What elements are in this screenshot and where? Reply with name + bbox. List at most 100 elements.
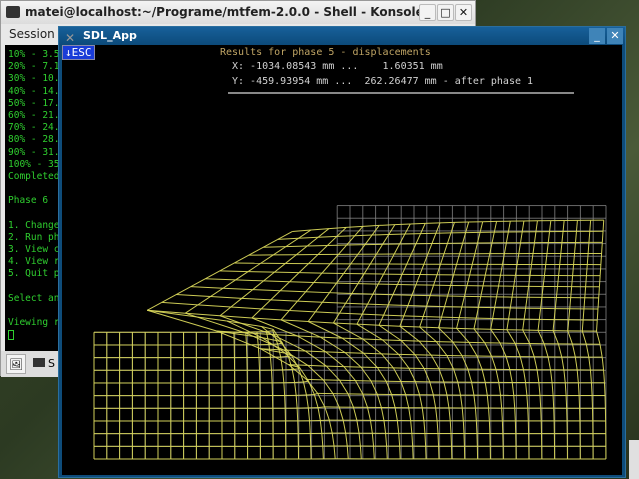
deformed-mesh-edge bbox=[543, 264, 547, 276]
deformed-mesh-edge bbox=[325, 351, 345, 368]
deformed-mesh-edge bbox=[529, 343, 535, 357]
close-button[interactable]: ✕ bbox=[455, 4, 472, 21]
new-tab-icon[interactable]: 🖼 bbox=[6, 354, 26, 374]
deformed-mesh-edge bbox=[305, 394, 309, 409]
deformed-mesh-edge bbox=[362, 338, 382, 355]
esc-button[interactable]: ↓ESC bbox=[62, 45, 95, 60]
deformed-mesh-edge bbox=[549, 220, 552, 232]
deformed-mesh-edge bbox=[574, 231, 577, 243]
deformed-mesh-edge bbox=[503, 242, 507, 254]
deformed-mesh-edge bbox=[407, 295, 413, 306]
deformed-mesh-edge bbox=[407, 305, 427, 307]
deformed-mesh-edge bbox=[419, 326, 439, 329]
deformed-mesh-edge bbox=[546, 242, 549, 254]
deformed-mesh-edge bbox=[462, 420, 465, 434]
deformed-mesh-edge bbox=[248, 246, 264, 256]
deformed-mesh-edge bbox=[391, 394, 396, 408]
sdl-minimize-button[interactable]: _ bbox=[589, 28, 605, 44]
deformed-mesh-edge bbox=[598, 275, 601, 287]
deformed-mesh-edge bbox=[492, 307, 496, 319]
deformed-mesh-edge bbox=[233, 254, 249, 264]
deformed-mesh-edge bbox=[411, 433, 414, 447]
deformed-mesh-edge bbox=[453, 264, 458, 276]
deformed-mesh-edge bbox=[557, 343, 563, 358]
deformed-mesh-edge bbox=[317, 228, 330, 238]
deformed-mesh-edge bbox=[307, 244, 328, 247]
deformed-mesh-edge bbox=[482, 275, 486, 286]
deformed-mesh-edge bbox=[344, 352, 362, 368]
deformed-mesh-edge bbox=[603, 382, 606, 396]
deformed-mesh-edge bbox=[516, 253, 520, 265]
deformed-mesh-edge bbox=[288, 300, 298, 311]
deformed-mesh-edge bbox=[315, 311, 340, 314]
deformed-mesh-edge bbox=[277, 343, 282, 358]
deformed-mesh-edge bbox=[346, 445, 349, 459]
deformed-mesh-edge bbox=[190, 278, 206, 288]
deformed-mesh-edge bbox=[305, 282, 315, 293]
sdl-canvas[interactable]: ↓ESC Results for phase 5 - displacements… bbox=[62, 45, 622, 475]
desktop-panel-handle[interactable] bbox=[629, 440, 639, 479]
deformed-mesh-edge bbox=[310, 228, 330, 231]
deformed-mesh-edge bbox=[339, 312, 363, 315]
deformed-mesh-edge bbox=[599, 344, 603, 358]
sdl-window[interactable]: ✕ SDL_App _ ✕ ↓ESC Results for phase 5 -… bbox=[58, 26, 626, 478]
terminal-icon bbox=[33, 358, 45, 367]
deformed-mesh-edge bbox=[317, 406, 325, 409]
deformed-mesh-edge bbox=[514, 408, 516, 421]
deformed-mesh-edge bbox=[602, 220, 605, 232]
deformed-mesh-edge bbox=[568, 308, 571, 320]
deformed-mesh-edge bbox=[431, 233, 437, 244]
deformed-mesh-edge bbox=[420, 223, 426, 234]
deformed-mesh-edge bbox=[378, 324, 402, 341]
deformed-mesh-edge bbox=[260, 299, 272, 310]
deformed-mesh-edge bbox=[175, 286, 191, 295]
deformed-mesh-edge bbox=[297, 291, 307, 302]
deformed-mesh-edge bbox=[474, 407, 477, 421]
menu-session[interactable]: Session bbox=[9, 27, 55, 41]
deformed-mesh-edge bbox=[307, 364, 327, 367]
deformed-mesh-edge bbox=[273, 246, 287, 256]
maximize-button[interactable]: □ bbox=[437, 4, 454, 21]
deformed-mesh-edge bbox=[419, 316, 424, 328]
sdl-close-button[interactable]: ✕ bbox=[607, 28, 623, 44]
deformed-mesh-edge bbox=[345, 293, 353, 304]
deformed-mesh-edge bbox=[398, 354, 410, 369]
deformed-mesh-edge bbox=[532, 242, 535, 254]
deformed-mesh-edge bbox=[210, 287, 224, 297]
deformed-mesh-edge bbox=[552, 319, 555, 331]
header-divider bbox=[228, 92, 574, 94]
deformed-mesh-edge bbox=[327, 236, 338, 246]
deformed-mesh-edge bbox=[313, 394, 319, 408]
deformed-mesh-edge bbox=[399, 325, 420, 328]
deformed-mesh-edge bbox=[529, 264, 533, 276]
deformed-mesh-edge bbox=[219, 262, 235, 272]
deformed-mesh-edge bbox=[585, 344, 590, 358]
konsole-title-bar[interactable]: matei@localhost:~/Programe/mtfem-2.0.0 -… bbox=[1, 1, 475, 24]
deformed-mesh-edge bbox=[386, 446, 388, 459]
deformed-mesh-edge bbox=[536, 369, 540, 383]
deformed-mesh-edge bbox=[505, 356, 511, 370]
deformed-mesh-edge bbox=[314, 301, 323, 313]
deformed-mesh-edge bbox=[248, 271, 275, 273]
deformed-mesh-edge bbox=[564, 382, 567, 396]
minimize-button[interactable]: _ bbox=[419, 4, 436, 21]
deformed-mesh-edge bbox=[387, 294, 394, 306]
deformed-mesh-edge bbox=[538, 382, 541, 396]
deformed-mesh-edge bbox=[427, 243, 433, 255]
deformed-mesh-edge bbox=[453, 368, 459, 383]
deformed-mesh-edge bbox=[222, 287, 253, 291]
deformed-mesh-edge bbox=[319, 420, 323, 434]
deformed-mesh-edge bbox=[274, 271, 300, 274]
deformed-mesh-edge bbox=[317, 245, 328, 255]
deformed-mesh-edge bbox=[603, 369, 605, 383]
deformed-mesh-edge bbox=[467, 368, 473, 383]
deformed-mesh-edge bbox=[558, 264, 561, 276]
deformed-mesh-edge bbox=[383, 420, 387, 434]
sdl-title-bar[interactable]: ✕ SDL_App bbox=[59, 27, 625, 45]
deformed-mesh-edge bbox=[285, 254, 297, 264]
deformed-mesh-edge bbox=[304, 350, 327, 367]
deformed-mesh-edge bbox=[475, 420, 478, 434]
deformed-mesh-edge bbox=[473, 395, 476, 409]
deformed-mesh-edge bbox=[494, 296, 498, 308]
deformed-mesh-edge bbox=[280, 319, 321, 338]
